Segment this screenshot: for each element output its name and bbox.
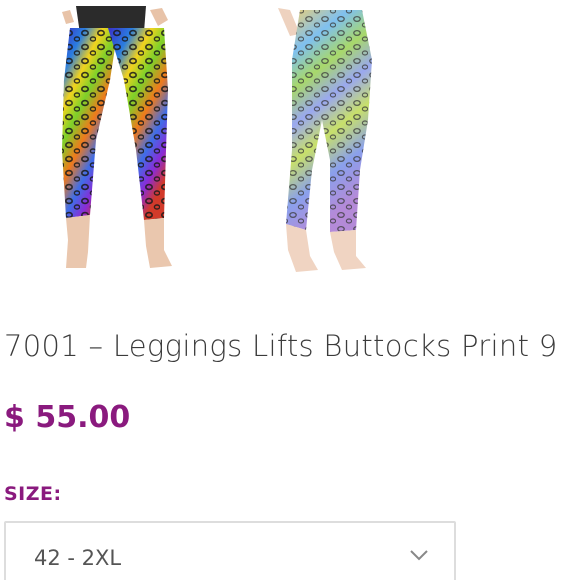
product-price: $ 55.00	[4, 400, 131, 435]
size-label: SIZE:	[4, 483, 62, 505]
model-back	[278, 8, 372, 272]
product-page: 7001 – Leggings Lifts Buttocks Print 9 $…	[0, 0, 580, 580]
size-select-value: 42 - 2XL	[34, 546, 122, 570]
model-front	[62, 6, 172, 268]
product-title: 7001 – Leggings Lifts Buttocks Print 9	[4, 329, 558, 363]
chevron-down-icon	[410, 550, 428, 561]
size-select[interactable]: 42 - 2XL	[4, 521, 456, 580]
product-image[interactable]	[0, 0, 580, 282]
